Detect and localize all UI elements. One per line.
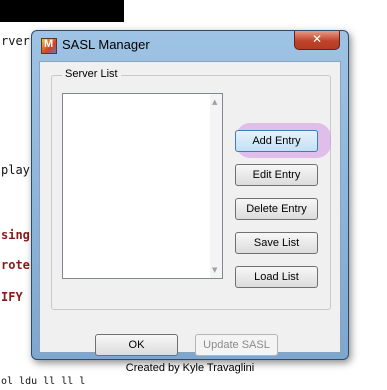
background-black-bar: [0, 0, 124, 22]
background-text-3: sing: [1, 228, 30, 242]
edit-entry-button[interactable]: Edit Entry: [235, 164, 318, 186]
credit-text: Created by Kyle Travaglini: [125, 362, 255, 374]
background-text-4: rote: [1, 258, 30, 272]
background-text-5: IFY: [1, 290, 23, 304]
add-entry-button[interactable]: Add Entry: [235, 130, 318, 152]
background-text-6: ol ldu ll ll l: [1, 376, 86, 387]
sasl-manager-window: M SASL Manager ✕ Server List ▲ ▼ Add Ent…: [31, 30, 349, 374]
save-list-button[interactable]: Save List: [235, 232, 318, 254]
server-list-box[interactable]: ▲ ▼: [62, 93, 223, 279]
window-title: SASL Manager: [62, 37, 150, 52]
delete-entry-button[interactable]: Delete Entry: [235, 198, 318, 220]
scroll-up-icon[interactable]: ▲: [212, 98, 217, 106]
update-sasl-button[interactable]: Update SASL: [195, 334, 278, 356]
close-icon: ✕: [311, 32, 323, 46]
app-icon: M: [41, 38, 57, 54]
vertical-scrollbar[interactable]: ▲ ▼: [210, 94, 222, 278]
dialog-client-area: Server List ▲ ▼ Add Entry Edit Entry Del…: [39, 61, 341, 374]
server-list-label: Server List: [62, 68, 121, 80]
background-text-1: rver: [1, 34, 30, 48]
load-list-button[interactable]: Load List: [235, 266, 318, 288]
scroll-down-icon[interactable]: ▼: [212, 266, 217, 274]
close-button[interactable]: ✕: [294, 31, 340, 50]
background-text-2: play: [1, 163, 30, 177]
ok-button[interactable]: OK: [95, 334, 178, 356]
server-list-group: Server List ▲ ▼ Add Entry Edit Entry Del…: [51, 68, 331, 310]
